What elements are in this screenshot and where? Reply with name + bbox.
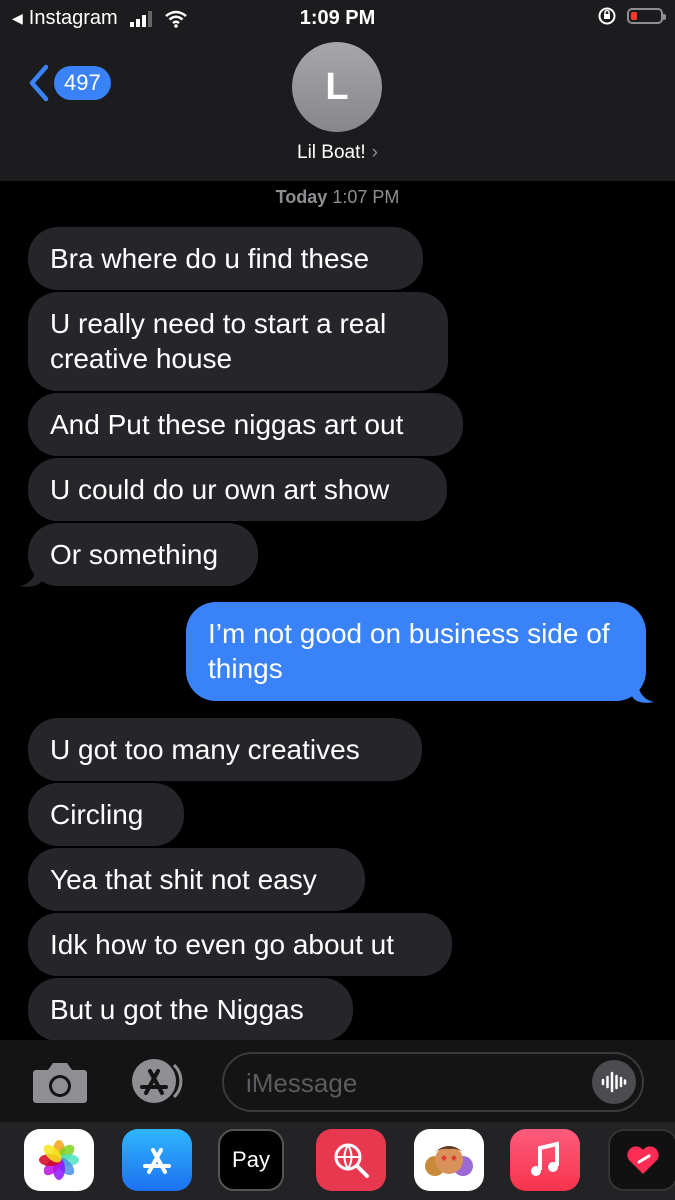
app-store-a-icon <box>143 1148 171 1174</box>
message-text: Yea that shit not easy <box>50 864 317 895</box>
photos-icon[interactable] <box>24 1129 94 1191</box>
audio-message-button[interactable] <box>592 1060 636 1104</box>
chevron-right-icon: › <box>371 142 378 163</box>
message-bubble-incoming[interactable]: Idk how to even go about ut <box>28 913 452 976</box>
message-bubble-incoming[interactable]: Circling <box>28 783 184 846</box>
message-bubble-incoming[interactable]: Yea that shit not easy <box>28 848 365 911</box>
back-button[interactable]: 497 <box>28 64 111 102</box>
imessage-app-drawer: Pay <box>0 1122 675 1200</box>
message-bubble-incoming[interactable]: U got too many creatives <box>28 718 422 781</box>
message-text: U could do ur own art show <box>50 474 390 505</box>
message-text: Circling <box>50 799 144 830</box>
waveform-icon <box>601 1071 627 1093</box>
battery-icon <box>627 8 666 24</box>
contact-name: Lil Boat! <box>297 142 366 163</box>
music-icon[interactable] <box>510 1129 580 1191</box>
heart-app-icon[interactable] <box>608 1129 675 1191</box>
contact-avatar[interactable]: L <box>292 42 382 132</box>
message-bubble-outgoing[interactable]: I’m not good on business side of things <box>186 602 646 701</box>
imessage-input[interactable] <box>244 1054 588 1112</box>
app-store-drawer-icon[interactable] <box>124 1057 192 1105</box>
globe-search-icon <box>334 1143 369 1178</box>
orientation-lock-icon <box>598 7 616 25</box>
status-time: 1:09 PM <box>299 7 376 29</box>
photos-flower-icon <box>39 1140 79 1180</box>
message-bubble-incoming[interactable]: Or something <box>28 523 258 586</box>
web-search-icon[interactable] <box>316 1129 386 1191</box>
message-bubble-incoming[interactable]: But u got the Niggas <box>28 978 353 1041</box>
heart-icon <box>627 1146 659 1174</box>
apple-pay-icon[interactable]: Pay <box>218 1129 284 1191</box>
app-store-icon[interactable] <box>122 1129 192 1191</box>
apple-pay-label: Pay <box>232 1147 270 1172</box>
unread-count-badge: 497 <box>54 66 111 100</box>
message-text: U got too many creatives <box>50 734 360 765</box>
imessage-field-container <box>222 1052 644 1112</box>
music-note-icon <box>531 1141 559 1176</box>
timestamp-time: 1:07 PM <box>332 187 400 207</box>
message-text: Bra where do u find these <box>50 243 370 274</box>
camera-icon[interactable] <box>32 1060 88 1104</box>
message-text: But u got the Niggas <box>50 994 304 1025</box>
memoji-icon[interactable] <box>414 1129 484 1191</box>
status-bar: ◀ Instagram 1:09 PM <box>0 0 675 38</box>
message-bubble-incoming[interactable]: Bra where do u find these <box>28 227 423 290</box>
conversation-header: ◀ Instagram 1:09 PM 497 L Lil Boat! › <box>0 0 675 181</box>
message-bubble-incoming[interactable]: And Put these niggas art out <box>28 393 463 456</box>
message-bubble-incoming[interactable]: U could do ur own art show <box>28 458 447 521</box>
contact-name-button[interactable]: Lil Boat! › <box>0 142 675 164</box>
message-text: And Put these niggas art out <box>50 409 404 440</box>
timestamp-day: Today <box>275 187 328 207</box>
message-input-bar <box>0 1040 675 1122</box>
message-text: Or something <box>50 539 219 570</box>
message-text: I’m not good on business side of things <box>208 618 610 684</box>
memoji-faces-icon <box>425 1146 473 1176</box>
chevron-left-icon <box>29 64 49 102</box>
message-bubble-incoming[interactable]: U really need to start a real creative h… <box>28 292 448 391</box>
message-text: U really need to start a real creative h… <box>50 308 387 374</box>
message-text: Idk how to even go about ut <box>50 929 395 960</box>
message-timestamp: Today 1:07 PM <box>0 187 675 208</box>
